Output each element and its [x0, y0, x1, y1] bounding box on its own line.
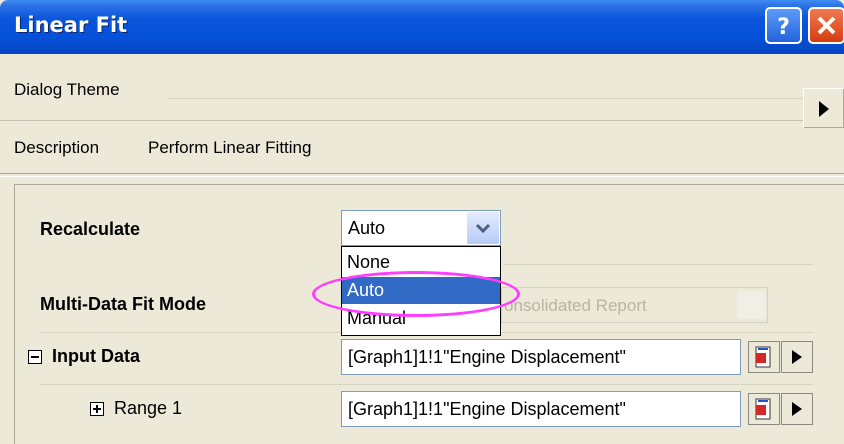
recalculate-label: Recalculate	[40, 219, 141, 239]
select-data-icon	[755, 398, 771, 420]
description-label: Description	[14, 138, 100, 157]
triangle-right-icon	[792, 402, 802, 416]
recalculate-dropdown-button[interactable]	[467, 212, 499, 244]
collapse-icon[interactable]	[28, 350, 42, 364]
select-range-button[interactable]	[748, 341, 780, 373]
row-divider	[40, 384, 813, 385]
input-data-field[interactable]: [Graph1]1!1"Engine Displacement"	[341, 339, 741, 375]
dialog-theme-row: Dialog Theme	[0, 54, 844, 121]
header-separator	[0, 173, 844, 177]
chevron-down-icon	[476, 223, 490, 233]
dialog-theme-divider	[168, 98, 808, 99]
triangle-right-icon	[819, 101, 829, 117]
multi-data-fit-mode-label: Multi-Data Fit Mode	[40, 294, 206, 314]
svg-text:?: ?	[777, 15, 790, 40]
dialog-title: Linear Fit	[14, 13, 128, 37]
highlight-annotation	[312, 271, 520, 317]
range-1-label: Range 1	[114, 398, 183, 418]
input-data-menu-button[interactable]	[781, 341, 813, 373]
select-data-icon	[755, 346, 771, 368]
title-bar[interactable]: Linear Fit ?	[0, 0, 844, 54]
description-value: Perform Linear Fitting	[148, 138, 312, 157]
dialog-theme-label: Dialog Theme	[14, 80, 120, 99]
triangle-right-icon	[792, 350, 802, 364]
select-range-button[interactable]	[748, 393, 780, 425]
question-icon: ?	[777, 15, 790, 40]
close-button[interactable]	[808, 7, 844, 44]
range-1-field[interactable]: [Graph1]1!1"Engine Displacement"	[341, 391, 741, 427]
expand-icon[interactable]	[90, 402, 104, 416]
close-icon	[817, 16, 836, 35]
row-divider	[503, 264, 813, 265]
multi-data-fit-mode-dropdown-button[interactable]	[737, 291, 765, 319]
range-1-menu-button[interactable]	[781, 393, 813, 425]
input-data-label: Input Data	[52, 346, 140, 366]
linear-fit-dialog: Linear Fit ? Dialog Theme Description Pe…	[0, 0, 844, 444]
description-row: Description Perform Linear Fitting	[0, 121, 844, 173]
recalculate-value: Auto	[348, 218, 386, 238]
input-data-value: [Graph1]1!1"Engine Displacement"	[348, 347, 626, 367]
help-button[interactable]: ?	[765, 7, 802, 44]
recalculate-dropdown[interactable]: Auto	[341, 210, 501, 246]
range-1-value: [Graph1]1!1"Engine Displacement"	[348, 399, 626, 419]
multi-data-fit-mode-value: onsolidated Report	[504, 296, 647, 315]
multi-data-fit-mode-dropdown[interactable]: onsolidated Report	[501, 287, 768, 323]
